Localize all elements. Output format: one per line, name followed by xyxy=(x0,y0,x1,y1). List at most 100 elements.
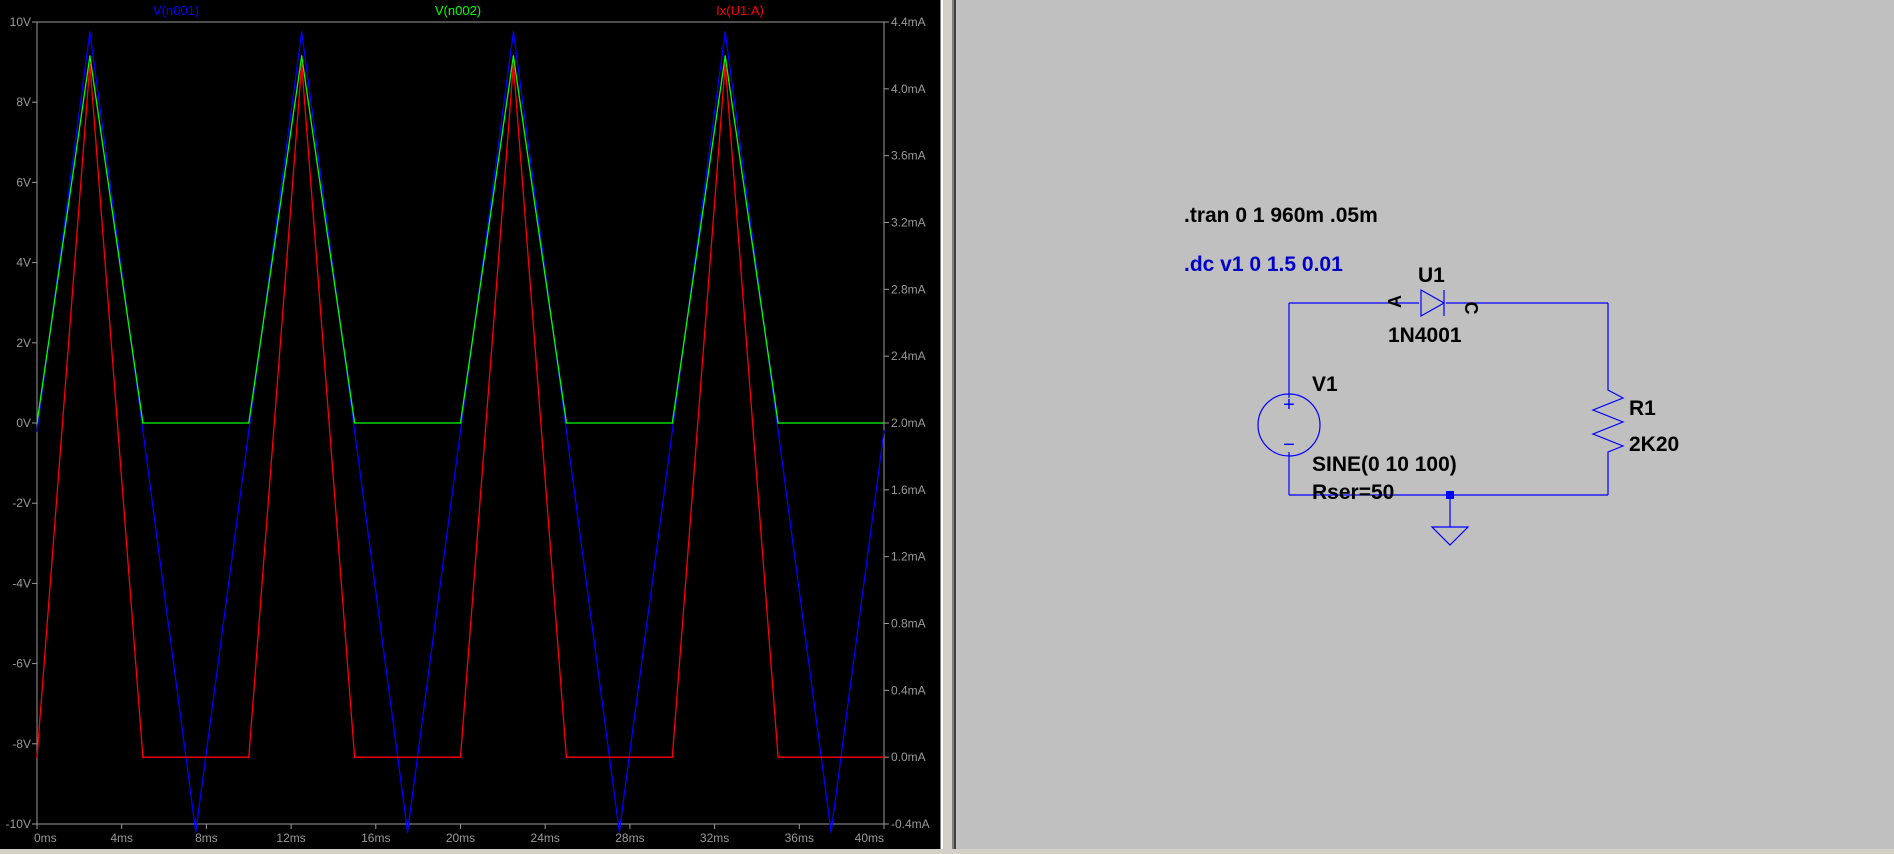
trace-point xyxy=(512,55,515,57)
resistor-symbol[interactable] xyxy=(1591,385,1625,460)
trace-label-vn001[interactable]: V(n001) xyxy=(153,3,199,18)
right-axis-tick-label: 2.0mA xyxy=(891,416,926,430)
x-axis-tick-label: 24ms xyxy=(531,831,560,845)
trace-point xyxy=(89,31,91,33)
waveform-plot[interactable]: V(n001) V(n002) Ix(U1:A) 10V 8V 6V 4V 2V 0V -2… xyxy=(0,0,941,849)
left-axis-tick-label: -4V xyxy=(12,576,31,590)
x-axis-tick-label: 40ms xyxy=(855,831,884,845)
trace-point xyxy=(512,31,515,33)
trace-point xyxy=(459,430,462,432)
diode-pin-a: A xyxy=(1385,295,1405,308)
trace-point xyxy=(300,63,303,65)
trace-point xyxy=(724,31,726,33)
trace-point xyxy=(142,422,144,424)
tran-directive[interactable]: .tran 0 1 960m .05m xyxy=(1184,204,1378,227)
diode-model[interactable]: 1N4001 xyxy=(1388,324,1462,347)
right-axis-tick-label: 0.0mA xyxy=(891,750,926,764)
left-axis-tick-label: -10V xyxy=(6,817,31,831)
diode-ref[interactable]: U1 xyxy=(1418,264,1445,287)
trace-point xyxy=(89,55,91,57)
trace-point xyxy=(565,430,568,432)
trace-point xyxy=(353,430,356,432)
trace-point xyxy=(724,55,726,57)
schematic-pane[interactable]: .tran 0 1 960m .05m .dc v1 0 1.5 0.01 U1… xyxy=(956,0,1894,849)
x-axis-tick-label: 32ms xyxy=(700,831,729,845)
trace-point xyxy=(777,430,779,432)
trace-point xyxy=(300,55,303,57)
diode-pin-c: C xyxy=(1461,302,1481,315)
trace-point xyxy=(777,422,779,424)
trace-point xyxy=(777,756,779,758)
schematic-canvas[interactable]: .tran 0 1 960m .05m .dc v1 0 1.5 0.01 U1… xyxy=(956,0,1894,849)
left-axis-tick-label: 6V xyxy=(16,175,31,189)
x-axis-tick-label: 0ms xyxy=(34,831,57,845)
trace-point xyxy=(142,756,144,758)
trace-label-vn002[interactable]: V(n002) xyxy=(435,3,481,18)
resistor-ref[interactable]: R1 xyxy=(1629,397,1656,420)
x-axis-tick-label: 12ms xyxy=(276,831,305,845)
trace-point xyxy=(671,756,674,758)
trace-line-0 xyxy=(36,31,885,833)
left-axis-tick-label: 10V xyxy=(10,15,31,29)
right-axis-tick-label: -0.4mA xyxy=(891,817,930,831)
trace-point xyxy=(830,831,832,833)
trace-point xyxy=(671,422,674,424)
trace-point xyxy=(671,430,674,432)
trace-point xyxy=(353,756,356,758)
left-axis-tick-label: 0V xyxy=(16,416,31,430)
right-axis-tick-label: 0.8mA xyxy=(891,617,926,631)
trace-point xyxy=(565,756,568,758)
time-axis: 0ms 4ms 8ms 12ms 16ms 20ms 24ms 28ms 32ms 36ms 40m… xyxy=(34,824,885,845)
wire-junction xyxy=(1446,491,1454,499)
diode-symbol[interactable] xyxy=(1420,288,1446,318)
trace-point xyxy=(300,31,303,33)
right-axis-tick-label: 1.6mA xyxy=(891,483,926,497)
left-axis-tick-label: -8V xyxy=(12,737,31,751)
x-axis-tick-label: 4ms xyxy=(110,831,133,845)
left-voltage-axis: 10V 8V 6V 4V 2V 0V -2V -4V -6V -8V -10V xyxy=(6,15,37,831)
right-axis-tick-label: 2.4mA xyxy=(891,349,926,363)
source-rser[interactable]: Rser=50 xyxy=(1312,481,1394,504)
right-axis-tick-label: 2.8mA xyxy=(891,282,926,296)
trace-label-ix-u1a[interactable]: Ix(U1:A) xyxy=(716,3,764,18)
x-axis-tick-label: 28ms xyxy=(615,831,644,845)
left-axis-tick-label: 2V xyxy=(16,336,31,350)
pane-splitter[interactable] xyxy=(941,0,956,849)
trace-point xyxy=(883,430,885,432)
right-axis-tick-label: 4.4mA xyxy=(891,15,926,29)
trace-point xyxy=(36,756,38,758)
trace-group xyxy=(36,31,885,833)
ground-symbol[interactable] xyxy=(1430,526,1470,546)
left-axis-tick-label: 4V xyxy=(16,256,31,270)
source-ref[interactable]: V1 xyxy=(1312,373,1338,396)
x-axis-tick-label: 36ms xyxy=(785,831,814,845)
source-minus-sign: − xyxy=(1283,434,1295,456)
trace-point xyxy=(406,831,409,833)
trace-point xyxy=(248,430,250,432)
trace-point xyxy=(248,422,250,424)
resistor-value[interactable]: 2K20 xyxy=(1629,433,1679,456)
trace-point xyxy=(89,63,91,65)
x-axis-tick-label: 8ms xyxy=(195,831,218,845)
right-axis-tick-label: 3.6mA xyxy=(891,149,926,163)
left-axis-tick-label: 8V xyxy=(16,95,31,109)
x-axis-tick-label: 16ms xyxy=(361,831,390,845)
trace-point xyxy=(36,430,38,432)
trace-point xyxy=(565,422,568,424)
trace-point xyxy=(459,756,462,758)
dc-directive[interactable]: .dc v1 0 1.5 0.01 xyxy=(1184,253,1343,276)
trace-point xyxy=(512,63,515,65)
right-axis-tick-label: 3.2mA xyxy=(891,216,926,230)
trace-point xyxy=(353,422,356,424)
trace-legend[interactable]: V(n001) V(n002) Ix(U1:A) xyxy=(153,3,764,18)
source-value[interactable]: SINE(0 10 100) xyxy=(1312,453,1457,476)
trace-line-1 xyxy=(36,55,884,424)
x-axis-tick-label: 20ms xyxy=(446,831,475,845)
trace-point xyxy=(142,430,144,432)
right-axis-tick-label: 4.0mA xyxy=(891,82,926,96)
trace-line-2 xyxy=(36,63,884,758)
right-axis-tick-label: 0.4mA xyxy=(891,683,926,697)
source-plus-sign: + xyxy=(1283,394,1295,416)
waveform-pane[interactable]: V(n001) V(n002) Ix(U1:A) 10V 8V 6V 4V 2V 0V -2… xyxy=(0,0,941,849)
trace-point xyxy=(724,63,726,65)
